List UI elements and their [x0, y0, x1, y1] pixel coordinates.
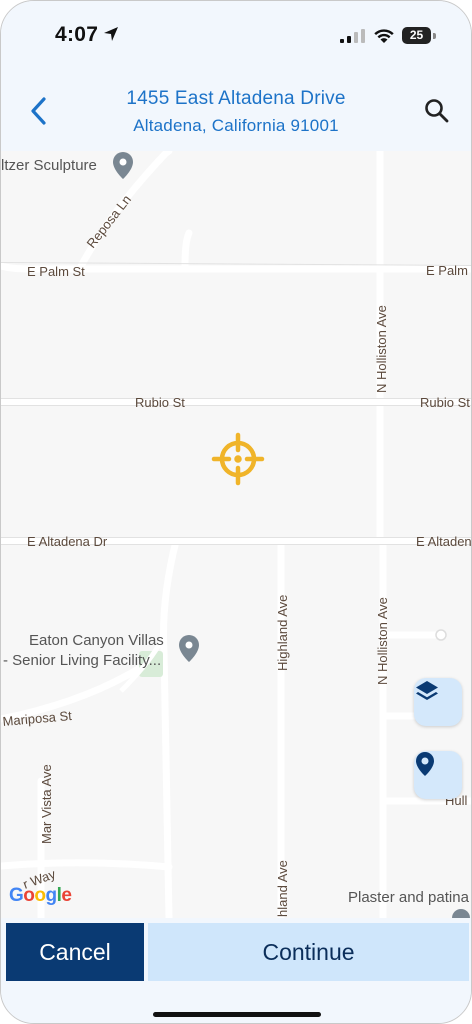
cellular-signal-icon [340, 29, 365, 43]
street-label-holliston-top: N Holliston Ave [374, 305, 389, 393]
search-icon[interactable] [423, 97, 451, 125]
battery-cap [433, 33, 436, 39]
drop-pin-button[interactable] [414, 751, 462, 799]
poi-label-eaton-2[interactable]: - Senior Living Facility... [3, 652, 161, 669]
map-view[interactable]: E Palm St E Palm Reposa Ln Rubio St Rubi… [1, 151, 471, 918]
street-label-mariposa: Mariposa St [2, 708, 73, 729]
street-label-reposa: Reposa Ln [84, 192, 135, 251]
location-arrow-icon [104, 27, 118, 41]
street-label-mar-vista: Mar Vista Ave [39, 764, 54, 844]
map-marker-icon[interactable] [113, 152, 133, 179]
status-bar: 4:07 25 [1, 1, 471, 69]
street-label-altadena-left: E Altadena Dr [27, 534, 108, 549]
address-line-1: 1455 East Altadena Drive [126, 88, 346, 109]
street-label-highland-top: Highland Ave [275, 595, 290, 671]
map-canvas[interactable]: E Palm St E Palm Reposa Ln Rubio St Rubi… [1, 151, 471, 918]
battery-level: 25 [409, 28, 424, 42]
street-label-rubio-right: Rubio St [420, 395, 470, 410]
header-bar: 1455 East Altadena Drive Altadena, Calif… [1, 69, 471, 152]
wifi-icon [374, 29, 394, 43]
continue-button[interactable]: Continue [148, 923, 469, 981]
address-line-2: Altadena, California 91001 [133, 116, 339, 135]
map-marker-icon[interactable] [452, 909, 470, 918]
status-time: 4:07 [55, 23, 99, 46]
poi-label-sculpture[interactable]: ltzer Sculpture [1, 157, 97, 174]
street-label-rubio-left: Rubio St [135, 395, 185, 410]
google-attribution: Google [9, 885, 72, 906]
layers-icon [416, 681, 438, 700]
phone-screen: 4:07 25 1455 East Altadena Drive Altaden… [0, 0, 472, 1024]
street-label-highland-bottom: hland Ave [275, 860, 290, 917]
poi-label-plaster[interactable]: Plaster and patina [348, 889, 470, 906]
map-marker-icon[interactable] [179, 635, 199, 662]
street-label-palm-right: E Palm [426, 263, 468, 278]
cancel-button[interactable]: Cancel [6, 923, 144, 981]
crosshair-icon [211, 432, 265, 486]
home-indicator[interactable] [153, 1012, 321, 1017]
street-label-palm-left: E Palm St [27, 264, 85, 279]
street-label-altadena-right: E Altadena [416, 534, 471, 549]
street-label-holliston-bottom: N Holliston Ave [375, 597, 390, 685]
map-layers-button[interactable] [414, 678, 462, 726]
map-pin-icon [416, 752, 434, 776]
poi-label-eaton-1[interactable]: Eaton Canyon Villas [29, 632, 164, 649]
footer-actions: Cancel Continue [1, 918, 471, 1023]
battery-indicator: 25 [402, 27, 431, 44]
